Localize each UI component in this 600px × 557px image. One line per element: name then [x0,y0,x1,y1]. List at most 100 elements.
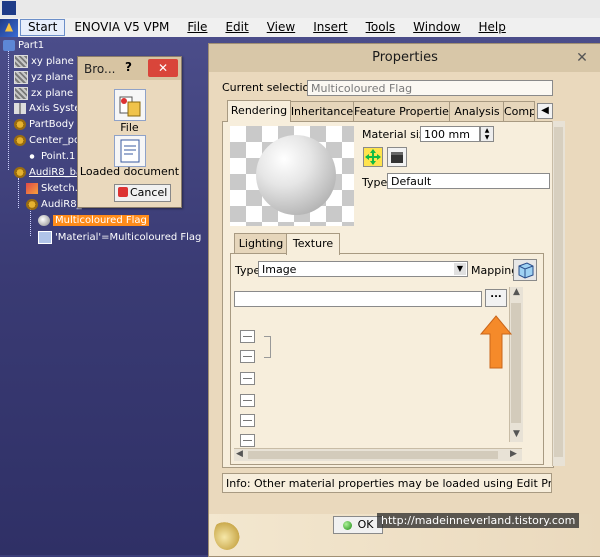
info-message: Info: Other material properties may be l… [222,473,552,493]
sketch-icon [26,183,38,194]
properties-dialog: Properties ✕ Current selection : Multico… [208,43,600,557]
menu-enovia[interactable]: ENOVIA V5 VPM [65,18,178,37]
current-selection-field: Multicoloured Flag [307,80,553,96]
menu-insert[interactable]: Insert [304,18,356,37]
browse-image-button[interactable]: ... [485,289,507,307]
render-preview-button[interactable] [387,147,407,167]
properties-scroll-thumb[interactable] [554,127,563,457]
tree-connector [30,208,31,236]
texture-param-button[interactable] [240,330,255,343]
cube-mapping-icon [518,262,534,279]
material-size-input[interactable]: 100 mm [420,126,480,142]
menu-edit[interactable]: Edit [216,18,257,37]
fit-to-size-button[interactable] [363,147,383,167]
browse-dialog-header[interactable]: Bro... ? ✕ [78,57,181,80]
catia-compass-icon [214,518,240,550]
browse-dialog: Bro... ? ✕ File Loaded document Cancel [77,56,182,208]
part-icon [3,40,15,51]
tree-item-sketch1[interactable]: Sketch.1 [26,183,84,194]
texture-type-select[interactable]: Image ▼ [258,261,468,277]
document-icon [120,139,140,163]
tree-item-material-link[interactable]: 'Material'=Multicoloured Flag [38,231,201,244]
tab-analysis[interactable]: Analysis [449,101,505,122]
cancel-button[interactable]: Cancel [114,184,171,202]
texture-param-button[interactable] [240,394,255,407]
tree-connector [18,178,19,208]
texture-parameters-list [234,310,508,460]
tree-item-yz-plane[interactable]: yz plane [14,71,73,84]
loaded-document-icon[interactable] [114,135,146,167]
preview-sphere [256,135,336,215]
tree-item-zx-plane[interactable]: zx plane [14,87,73,100]
watermark-url: http://madeinneverland.tistory.com [377,513,580,528]
tree-item-point1[interactable]: Point.1 [26,151,75,162]
body-icon [14,119,26,130]
tab-feature-properties[interactable]: Feature Properties [353,101,451,122]
spinner-down-icon[interactable]: ▼ [481,134,493,141]
properties-header[interactable]: Properties ✕ [209,44,600,72]
texture-param-button[interactable] [240,350,255,363]
properties-close-button[interactable]: ✕ [573,50,591,66]
catia-app-icon[interactable] [0,18,18,37]
subtab-texture[interactable]: Texture [286,233,340,255]
texture-param-button[interactable] [240,372,255,385]
scroll-right-icon[interactable]: ▶ [510,449,517,459]
properties-scrollbar[interactable] [552,121,565,466]
chevron-down-icon[interactable]: ▼ [454,263,466,275]
ok-green-dot-icon [342,520,352,530]
clapperboard-icon [391,152,403,163]
ok-button[interactable]: OK [333,516,383,534]
move-arrows-icon [365,149,381,165]
mapping-button[interactable] [513,259,537,281]
folder-icon [119,96,141,117]
texture-type-label: Type [235,264,261,277]
texture-param-button[interactable] [240,414,255,427]
properties-title: Properties [372,50,438,65]
menu-tools[interactable]: Tools [357,18,405,37]
subtab-lighting[interactable]: Lighting [234,233,288,254]
tab-rendering[interactable]: Rendering [227,100,291,122]
spinner-up-icon[interactable]: ▲ [481,127,493,134]
cancel-icon [118,187,128,197]
geometric-set-icon [14,135,26,146]
tree-root[interactable]: Part1 [3,40,44,51]
h-scroll-thumb[interactable] [248,451,498,459]
menu-window[interactable]: Window [404,18,469,37]
scroll-left-icon[interactable]: ◀ [236,449,243,459]
surface-icon [26,199,38,210]
tabs-scroll-left-button[interactable]: ◀ [537,103,553,119]
scroll-down-icon[interactable]: ▼ [513,429,520,439]
texture-image-path-input[interactable] [234,291,482,307]
tree-connector [8,50,9,170]
tree-item-xy-plane[interactable]: xy plane [14,55,74,68]
plane-icon [14,87,28,100]
tree-item-multicoloured-flag[interactable]: Multicoloured Flag [38,215,149,226]
axis-system-icon [14,103,26,114]
chain-link-icon[interactable] [264,336,271,358]
mapping-label: Mapping [471,264,519,277]
texture-param-button[interactable] [240,434,255,447]
annotation-arrow-icon [479,315,513,369]
point-icon [26,151,38,162]
material-icon [38,215,50,226]
tab-composition[interactable]: Comp [503,101,535,122]
texture-horizontal-scrollbar[interactable]: ◀ ▶ [234,448,522,461]
browse-close-button[interactable]: ✕ [148,59,178,77]
type-field[interactable]: Default [387,173,550,189]
help-icon[interactable]: ? [125,60,132,74]
geometric-set-icon [14,167,26,178]
scroll-up-icon[interactable]: ▲ [513,287,520,297]
plane-icon [14,55,28,68]
window-title-strip [0,0,600,18]
menu-start[interactable]: Start [20,19,66,36]
menu-help[interactable]: Help [470,18,515,37]
loaded-document-label: Loaded document [79,165,180,178]
browse-dialog-title: Bro... [84,61,116,76]
tree-item-partbody[interactable]: PartBody [14,119,74,130]
material-size-spinner[interactable]: ▲ ▼ [480,126,494,142]
tab-inheritance[interactable]: Inheritance [289,101,355,122]
file-browse-icon[interactable] [114,89,146,121]
file-label: File [120,121,139,134]
menu-file[interactable]: File [178,18,216,37]
menu-view[interactable]: View [258,18,304,37]
